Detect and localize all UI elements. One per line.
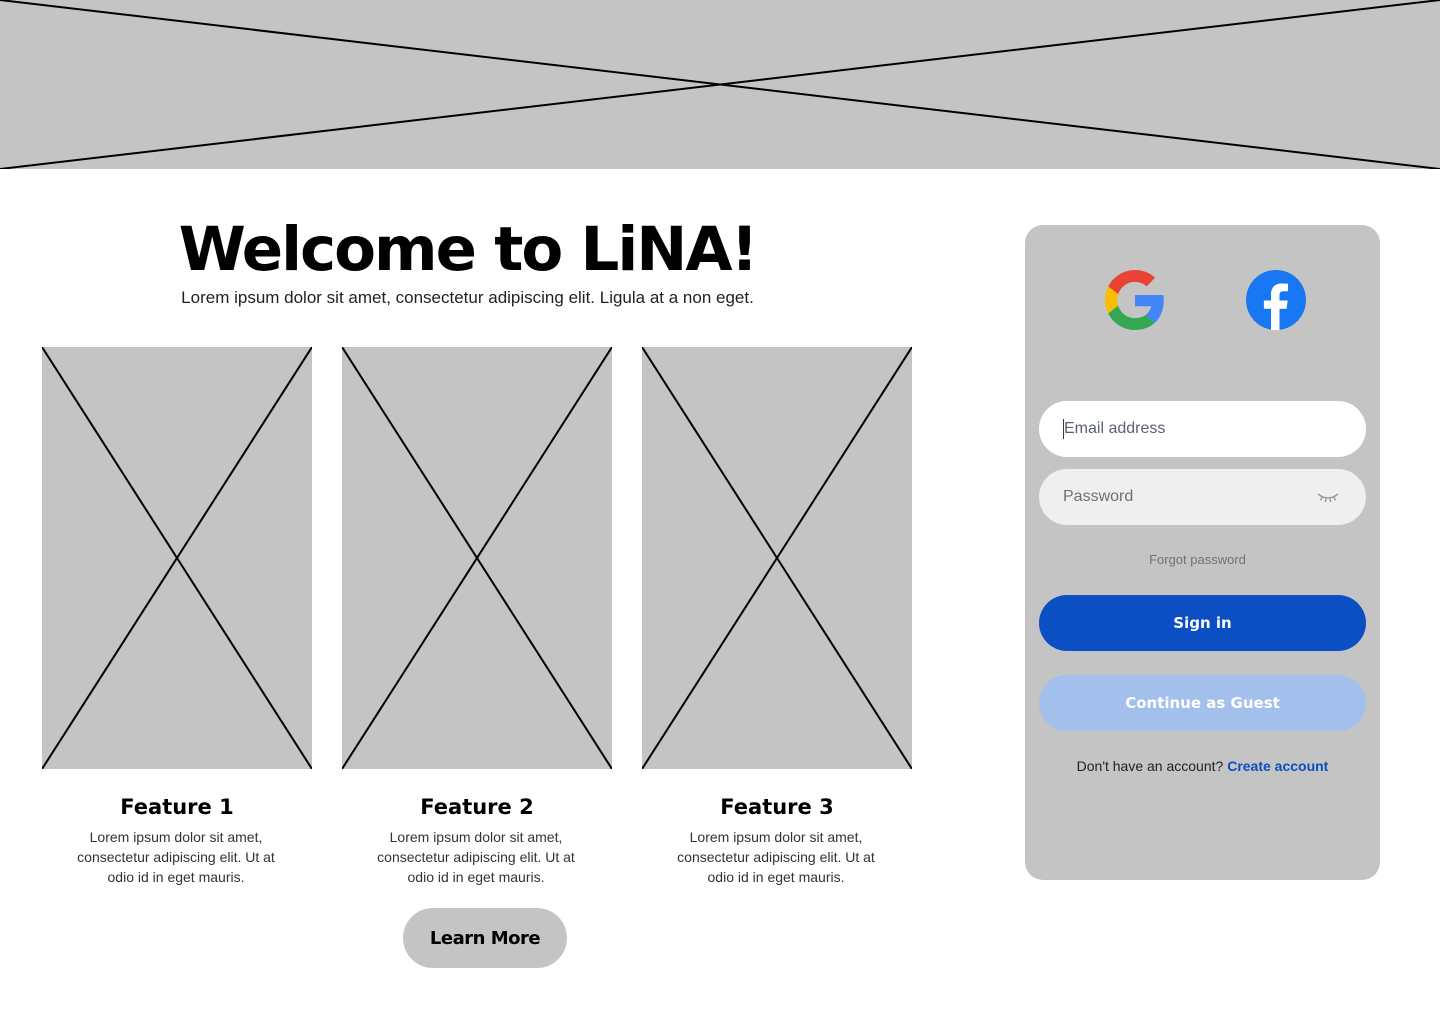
feature-3-image (642, 347, 912, 769)
learn-more-button[interactable]: Learn More (403, 908, 567, 968)
facebook-sign-in-button[interactable] (1246, 270, 1306, 330)
email-placeholder: Email address (1064, 420, 1166, 437)
feature-1-title: Feature 1 (120, 795, 234, 819)
sign-in-button[interactable]: Sign in (1039, 595, 1366, 651)
feature-1-description: Lorem ipsum dolor sit amet, consectetur … (77, 829, 275, 885)
feature-2-description: Lorem ipsum dolor sit amet, consectetur … (377, 829, 575, 885)
password-input[interactable]: Password (1039, 469, 1366, 525)
page-title: Welcome to LiNA! (178, 214, 759, 285)
eye-closed-icon[interactable] (1316, 488, 1340, 506)
continue-as-guest-button[interactable]: Continue as Guest (1039, 675, 1366, 731)
feature-3-title: Feature 3 (720, 795, 834, 819)
feature-3-description: Lorem ipsum dolor sit amet, consectetur … (677, 829, 875, 885)
google-icon (1105, 270, 1164, 330)
signup-prompt: Don't have an account? Create account (1025, 758, 1380, 774)
create-account-link[interactable]: Create account (1227, 758, 1328, 774)
email-input[interactable]: Email address (1039, 401, 1366, 457)
no-account-text: Don't have an account? (1076, 758, 1224, 774)
google-sign-in-button[interactable] (1105, 270, 1165, 330)
login-card: Email address Password Forgot password S… (1025, 225, 1380, 880)
page-subtitle: Lorem ipsum dolor sit amet, consectetur … (181, 288, 754, 307)
forgot-password-link[interactable]: Forgot password (1025, 552, 1370, 567)
feature-2-image (342, 347, 612, 769)
password-placeholder: Password (1063, 488, 1134, 505)
feature-1-image (42, 347, 312, 769)
facebook-icon (1246, 270, 1306, 330)
feature-2-title: Feature 2 (420, 795, 534, 819)
hero-banner-image (0, 0, 1440, 169)
